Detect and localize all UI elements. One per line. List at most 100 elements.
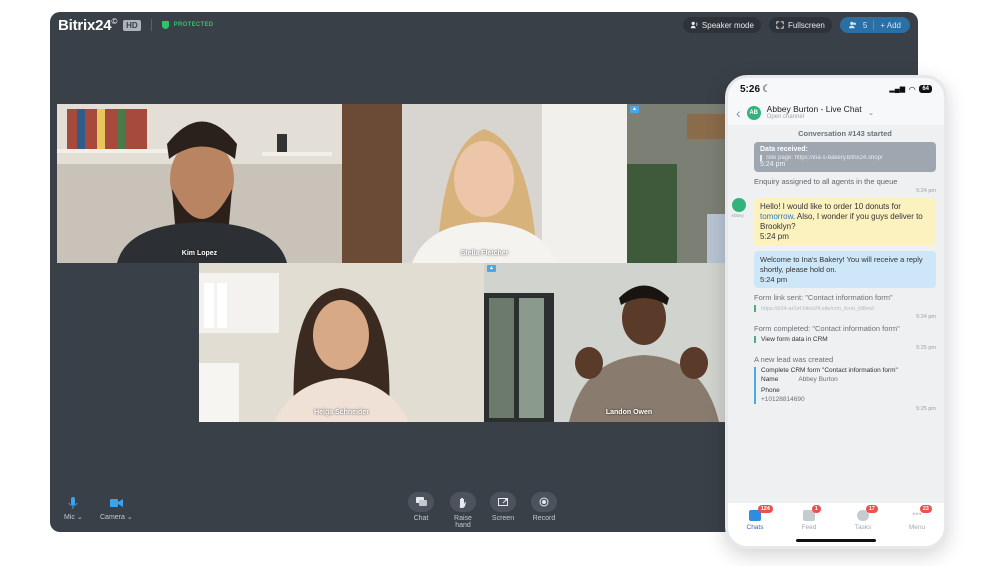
camera-label: Camera bbox=[100, 514, 125, 521]
participants-count: 5 bbox=[862, 20, 868, 30]
participant-name: Helga Schneider bbox=[314, 409, 369, 416]
users-icon bbox=[848, 21, 856, 29]
timestamp: 5:24 pm bbox=[760, 232, 789, 241]
badge-count: 17 bbox=[865, 505, 878, 513]
data-received-bubble: Data received: Site page: https://ina-s-… bbox=[754, 142, 936, 172]
raise-hand-button[interactable]: Raise hand bbox=[450, 492, 476, 529]
timestamp: 5:24 pm bbox=[760, 161, 786, 168]
camera-icon bbox=[109, 496, 123, 510]
form-link-title: Form link sent: "Contact information for… bbox=[754, 293, 893, 303]
camera-button[interactable]: Camera ⌄ bbox=[100, 496, 133, 521]
divider bbox=[150, 19, 152, 31]
lead-created-message: A new lead was created Complete CRM form… bbox=[754, 355, 936, 412]
top-bar: Bitrix24© HD PROTECTED Speaker mode Full… bbox=[50, 12, 918, 38]
tab-menu[interactable]: ••• Menu 23 bbox=[890, 503, 944, 546]
chat-header: ‹ AB Abbey Burton - Live Chat Open chann… bbox=[728, 100, 944, 126]
tab-label: Chats bbox=[746, 524, 764, 531]
lead-name-row: Name Abbey Burton bbox=[761, 376, 936, 384]
home-indicator bbox=[796, 539, 876, 542]
phone-value: +10128814690 bbox=[761, 395, 805, 403]
form-completed-title: Form completed: "Contact information for… bbox=[754, 324, 900, 334]
customer-avatar bbox=[732, 198, 746, 212]
brand-logo: Bitrix24© bbox=[58, 16, 118, 34]
timestamp: 5:25 pm bbox=[916, 406, 936, 412]
back-arrow-icon[interactable]: ‹ bbox=[736, 105, 741, 121]
video-tile-helga-schneider[interactable]: Helga Schneider bbox=[199, 263, 484, 422]
microphone-icon bbox=[66, 496, 80, 510]
fullscreen-label: Fullscreen bbox=[787, 20, 825, 30]
data-received-title: Data received: bbox=[760, 146, 808, 153]
customer-message: Hello! I would like to order 10 donuts f… bbox=[754, 198, 936, 246]
shield-icon bbox=[161, 21, 169, 29]
record-label: Record bbox=[532, 515, 556, 522]
badge-count: 1 bbox=[811, 505, 821, 513]
speaker-mode-label: Speaker mode bbox=[701, 20, 754, 30]
status-bar: 5:26 ☾ ▂▄▆ ◠ 64 bbox=[728, 78, 944, 100]
form-link-quote[interactable]: https://b24-ar1ef.bitrix24.site/crm_form… bbox=[754, 305, 936, 313]
wifi-icon: ◠ bbox=[909, 84, 916, 94]
battery-icon: 64 bbox=[919, 85, 932, 93]
screen-share-icon bbox=[490, 492, 516, 512]
signal-icon: ▂▄▆ bbox=[889, 86, 906, 93]
chat-subtitle: Open channel bbox=[766, 113, 805, 120]
speaker-badge-icon: ▲ bbox=[630, 106, 639, 113]
fullscreen-button[interactable]: Fullscreen bbox=[768, 17, 832, 33]
video-tile-stella-fletcher[interactable]: Stella Fletcher bbox=[342, 104, 627, 263]
record-icon bbox=[531, 492, 557, 512]
chat-button[interactable]: Chat bbox=[408, 492, 434, 522]
fullscreen-icon bbox=[776, 21, 784, 29]
hand-icon bbox=[450, 492, 476, 512]
chevron-down-icon[interactable]: ⌄ bbox=[868, 108, 875, 117]
timestamp: 5:24 pm bbox=[760, 274, 788, 284]
view-form-link[interactable]: View form data in CRM bbox=[754, 336, 936, 344]
speaker-mode-button[interactable]: Speaker mode bbox=[682, 17, 761, 33]
record-button[interactable]: Record bbox=[531, 492, 557, 522]
raise-hand-label: Raise hand bbox=[454, 515, 472, 529]
auto-reply-text: Welcome to Ina's Bakery! You will receiv… bbox=[760, 255, 923, 274]
date-link[interactable]: tomorrow bbox=[760, 212, 793, 221]
participant-video bbox=[199, 263, 484, 422]
mic-label: Mic bbox=[64, 514, 75, 521]
hd-badge: HD bbox=[123, 19, 141, 31]
auto-reply-message: Welcome to Ina's Bakery! You will receiv… bbox=[754, 251, 936, 289]
speaker-icon bbox=[690, 21, 698, 29]
participant-video bbox=[57, 104, 342, 263]
name-value: Abbey Burton bbox=[798, 375, 838, 383]
enquiry-message: Enquiry assigned to all agents in the qu… bbox=[754, 177, 936, 194]
tab-label: Feed bbox=[801, 524, 817, 531]
participant-name: Stella Fletcher bbox=[460, 250, 509, 257]
form-link-message: Form link sent: "Contact information for… bbox=[754, 293, 936, 320]
message-list: Conversation #143 started Data received:… bbox=[728, 126, 944, 502]
add-participant-label[interactable]: + Add bbox=[880, 21, 901, 30]
lead-created-title: A new lead was created bbox=[754, 355, 834, 365]
tab-label: Tasks bbox=[854, 524, 872, 531]
tab-label: Menu bbox=[908, 524, 926, 531]
chat-label: Chat bbox=[413, 515, 429, 522]
timestamp: 5:24 pm bbox=[916, 314, 936, 321]
protected-label: PROTECTED bbox=[173, 22, 214, 28]
badge-count: 23 bbox=[919, 505, 932, 513]
video-tile-kim-lopez[interactable]: Kim Lopez bbox=[57, 104, 342, 263]
participants-button[interactable]: 5 + Add bbox=[839, 17, 910, 33]
chevron-down-icon[interactable]: ⌄ bbox=[77, 514, 83, 521]
phone-label: Phone bbox=[761, 387, 780, 395]
complete-crm-text: Complete CRM form "Contact information f… bbox=[761, 367, 898, 375]
customer-message-row: Abbey Hello! I would like to order 10 do… bbox=[731, 198, 936, 246]
tab-chats[interactable]: Chats 124 bbox=[728, 503, 782, 546]
mic-button[interactable]: Mic ⌄ bbox=[64, 496, 83, 521]
timestamp: 5:25 pm bbox=[916, 345, 936, 352]
conversation-started: Conversation #143 started bbox=[798, 129, 892, 138]
chat-title-block[interactable]: Abbey Burton - Live Chat Open channel bbox=[767, 105, 862, 120]
chevron-down-icon[interactable]: ⌄ bbox=[127, 514, 133, 521]
clock: 5:26 bbox=[740, 83, 761, 95]
bottom-tab-bar: Chats 124 Feed 1 Tasks 17 ••• Menu 23 bbox=[728, 502, 944, 546]
moon-icon: ☾ bbox=[762, 83, 771, 95]
lead-details: Complete CRM form "Contact information f… bbox=[754, 367, 936, 404]
name-label: Name bbox=[761, 375, 779, 383]
screen-share-button[interactable]: Screen bbox=[490, 492, 516, 522]
chat-title: Abbey Burton - Live Chat bbox=[766, 104, 862, 115]
avatar: AB bbox=[746, 105, 761, 120]
customer-avatar-label: Abbey bbox=[731, 213, 744, 218]
form-completed-message: Form completed: "Contact information for… bbox=[754, 324, 936, 351]
divider bbox=[873, 20, 875, 30]
